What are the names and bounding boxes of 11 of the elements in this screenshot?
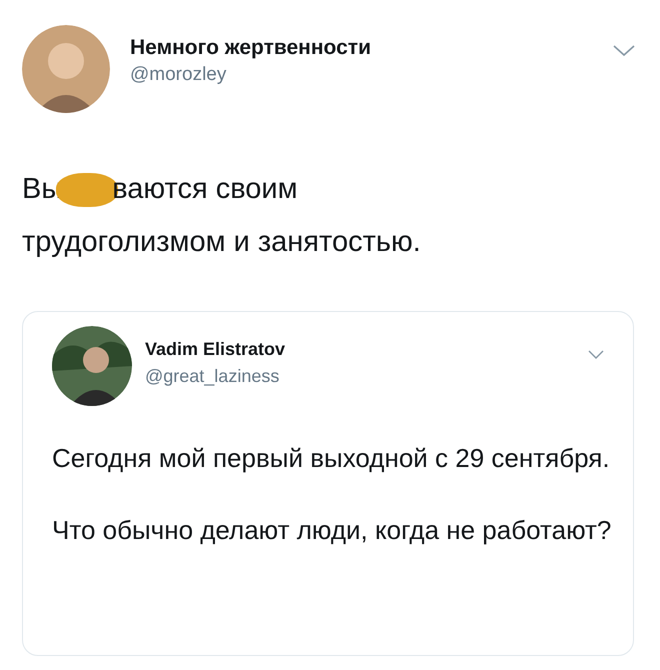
author-handle[interactable]: @morozley <box>130 63 371 87</box>
author-name[interactable]: Vadim Elistratov <box>145 338 286 360</box>
chevron-down-icon[interactable] <box>588 350 604 359</box>
quoted-tweet-text: Что обычно делают люди, когда не работают? <box>52 514 612 547</box>
chevron-down-icon[interactable] <box>613 45 635 57</box>
tweet-text: трудоголизмом и занятостью. <box>22 225 422 260</box>
author-name[interactable]: Немного жертвенности <box>130 35 371 62</box>
author-handle[interactable]: @great_laziness <box>145 364 286 387</box>
quoted-tweet-text: Сегодня мой первый выходной с 29 сентября. <box>52 442 611 475</box>
quoted-tweet-card[interactable]: Vadim Elistratov @great_laziness Сегодня мой первый выходной с 29 сентября. Что обычно делают люди, когда не работают? <box>22 311 634 656</box>
avatar[interactable] <box>52 326 132 406</box>
